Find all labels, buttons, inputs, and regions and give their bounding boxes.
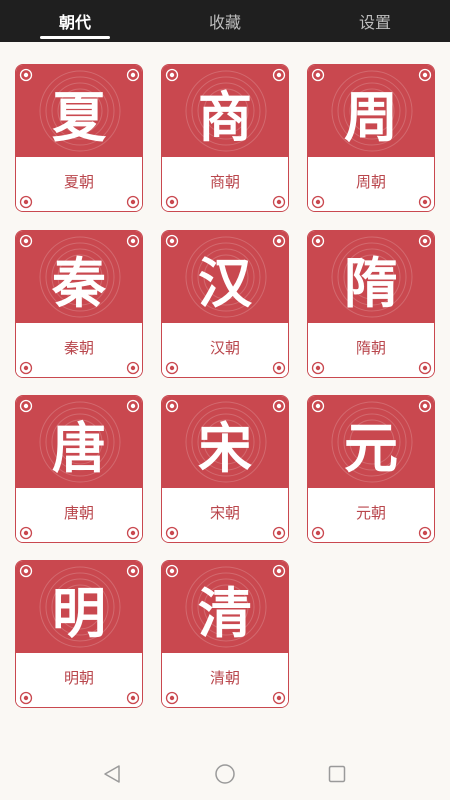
recent-square-icon[interactable] — [328, 765, 346, 783]
rivet-icon — [19, 564, 33, 578]
dynasty-card[interactable]: 秦 秦朝 — [15, 230, 143, 378]
rivet-icon — [19, 195, 33, 209]
system-nav-bar — [0, 748, 450, 800]
dynasty-character: 汉 — [198, 250, 252, 315]
dynasty-label: 宋朝 — [209, 503, 240, 522]
dynasty-card[interactable]: 宋 宋朝 — [161, 395, 289, 543]
dynasty-character: 明 — [52, 580, 106, 645]
rivet-icon — [311, 234, 325, 248]
dynasty-label: 隋朝 — [355, 338, 386, 357]
tab-label: 朝代 — [58, 13, 91, 32]
rivet-icon — [126, 68, 140, 82]
dynasty-character: 唐 — [52, 415, 106, 480]
rivet-icon — [126, 195, 140, 209]
dynasty-character: 清 — [198, 580, 252, 645]
dynasty-character: 元 — [344, 415, 398, 480]
rivet-icon — [126, 526, 140, 540]
rivet-icon — [418, 234, 432, 248]
tab-label: 收藏 — [208, 13, 241, 32]
rivet-icon — [19, 361, 33, 375]
tab-settings[interactable]: 设置 — [300, 0, 450, 42]
rivet-icon — [19, 399, 33, 413]
dynasty-card[interactable]: 唐 唐朝 — [15, 395, 143, 543]
dynasty-label: 明朝 — [63, 668, 94, 687]
dynasty-character: 宋 — [198, 415, 252, 480]
rivet-icon — [311, 526, 325, 540]
rivet-icon — [311, 361, 325, 375]
dynasty-character: 隋 — [344, 250, 398, 315]
dynasty-label: 夏朝 — [63, 172, 94, 191]
dynasty-card[interactable]: 清 清朝 — [161, 560, 289, 708]
rivet-icon — [126, 564, 140, 578]
dynasty-character: 商 — [198, 84, 252, 149]
rivet-icon — [418, 526, 432, 540]
dynasty-character: 周 — [344, 84, 398, 149]
rivet-icon — [165, 399, 179, 413]
dynasty-label: 汉朝 — [209, 338, 240, 357]
rivet-icon — [272, 234, 286, 248]
rivet-icon — [272, 526, 286, 540]
top-tab-bar: 朝代 收藏 设置 — [0, 0, 450, 42]
dynasty-card[interactable]: 周 周朝 — [307, 64, 435, 212]
rivet-icon — [165, 564, 179, 578]
rivet-icon — [126, 399, 140, 413]
rivet-icon — [311, 195, 325, 209]
rivet-icon — [418, 361, 432, 375]
rivet-icon — [165, 691, 179, 705]
tab-label: 设置 — [358, 13, 391, 32]
dynasty-label: 秦朝 — [63, 338, 94, 357]
rivet-icon — [165, 361, 179, 375]
rivet-icon — [418, 68, 432, 82]
rivet-icon — [418, 399, 432, 413]
home-circle-icon[interactable] — [214, 764, 236, 784]
dynasty-card[interactable]: 汉 汉朝 — [161, 230, 289, 378]
rivet-icon — [165, 195, 179, 209]
rivet-icon — [126, 691, 140, 705]
rivet-icon — [418, 195, 432, 209]
tab-favorites[interactable]: 收藏 — [150, 0, 300, 42]
rivet-icon — [126, 234, 140, 248]
rivet-icon — [19, 691, 33, 705]
rivet-icon — [272, 691, 286, 705]
active-tab-indicator — [40, 36, 110, 39]
rivet-icon — [19, 234, 33, 248]
rivet-icon — [311, 399, 325, 413]
dynasty-card[interactable]: 明 明朝 — [15, 560, 143, 708]
dynasty-card[interactable]: 夏 夏朝 — [15, 64, 143, 212]
dynasty-label: 唐朝 — [63, 503, 94, 522]
dynasty-card[interactable]: 商 商朝 — [161, 64, 289, 212]
rivet-icon — [272, 68, 286, 82]
rivet-icon — [165, 234, 179, 248]
rivet-icon — [165, 526, 179, 540]
rivet-icon — [165, 68, 179, 82]
rivet-icon — [272, 195, 286, 209]
dynasty-label: 元朝 — [355, 503, 386, 522]
back-triangle-icon[interactable] — [102, 764, 122, 784]
rivet-icon — [272, 361, 286, 375]
dynasty-card[interactable]: 元 元朝 — [307, 395, 435, 543]
rivet-icon — [126, 361, 140, 375]
dynasty-character: 夏 — [52, 84, 106, 149]
dynasty-label: 清朝 — [209, 668, 240, 687]
rivet-icon — [19, 526, 33, 540]
dynasty-character: 秦 — [52, 250, 106, 315]
dynasty-label: 商朝 — [209, 172, 240, 191]
dynasty-card[interactable]: 隋 隋朝 — [307, 230, 435, 378]
rivet-icon — [19, 68, 33, 82]
rivet-icon — [272, 564, 286, 578]
rivet-icon — [272, 399, 286, 413]
dynasty-label: 周朝 — [355, 172, 386, 191]
rivet-icon — [311, 68, 325, 82]
